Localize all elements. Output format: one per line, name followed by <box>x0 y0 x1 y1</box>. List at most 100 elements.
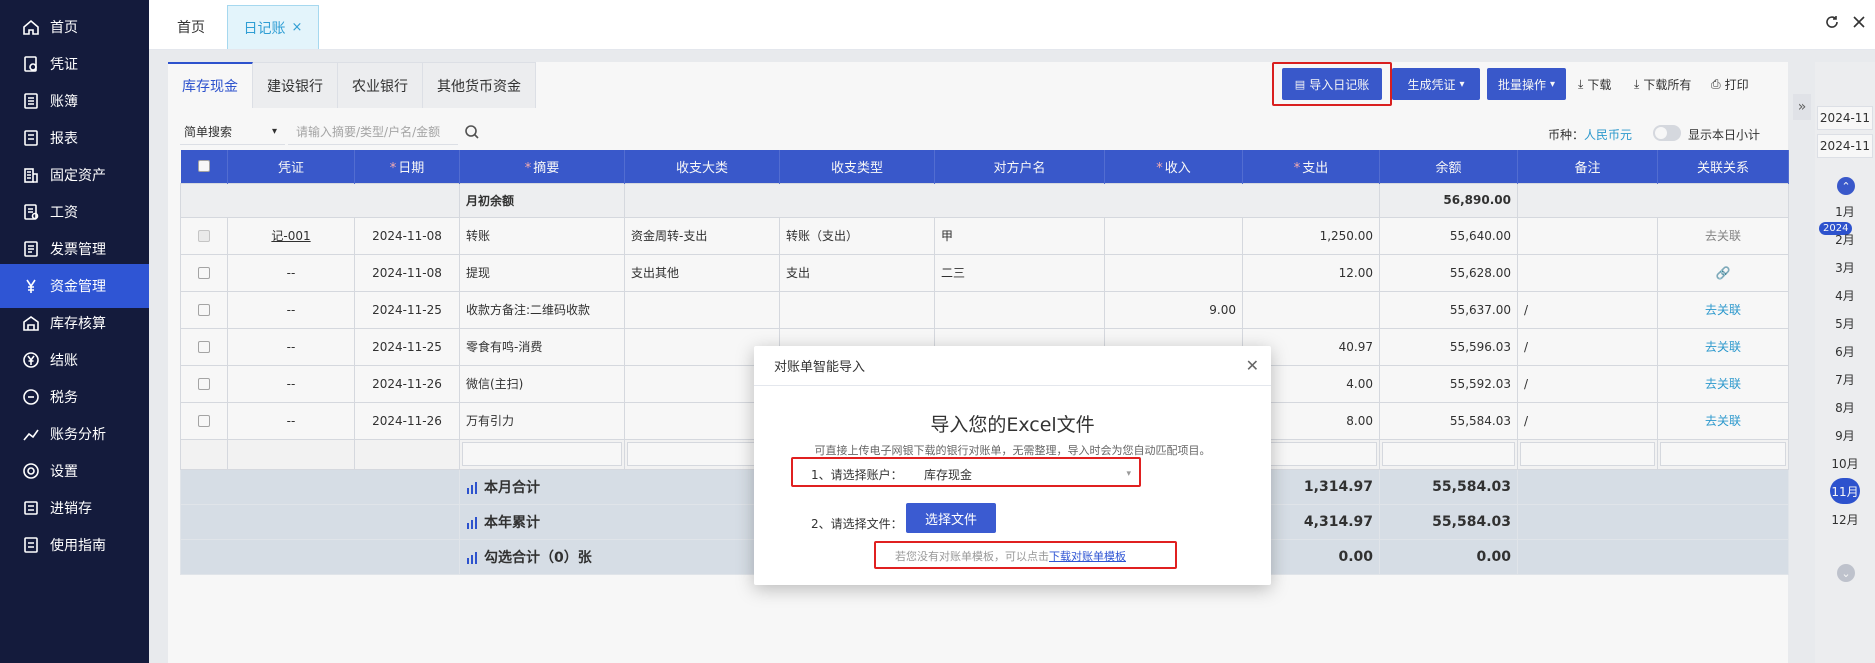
column-filter-input[interactable] <box>1520 442 1655 466</box>
tab-cash[interactable]: 库存现金 <box>168 62 253 108</box>
warehouse-icon <box>20 312 42 334</box>
account-select[interactable]: 库存现金 ▾ <box>920 465 1137 483</box>
column-filter-input[interactable] <box>462 442 622 466</box>
row-checkbox[interactable] <box>180 216 228 255</box>
yen-icon <box>20 275 42 297</box>
unlink-button[interactable]: 去关联 <box>1657 364 1789 403</box>
account-tabs: 库存现金 建设银行 农业银行 其他货币资金 <box>168 62 536 108</box>
tax-icon <box>20 386 42 408</box>
modal-description: 可直接上传电子网银下载的银行对账单，无需整理，导入时会为您自动匹配项目。 <box>814 444 1211 457</box>
row-checkbox[interactable] <box>180 290 228 329</box>
chevron-down-icon: ▾ <box>1549 78 1556 90</box>
header-category: 收支大类 <box>624 150 780 183</box>
batch-operation-button[interactable]: 批量操作 ▾ <box>1487 68 1566 100</box>
period-start[interactable]: 2024-11 <box>1817 106 1873 130</box>
voucher-link[interactable]: 记-001 <box>227 216 355 255</box>
row-checkbox[interactable] <box>180 401 228 440</box>
chevron-down-icon: ▾ <box>1126 469 1131 479</box>
bar-chart-icon <box>467 481 477 494</box>
sidebar-item-14[interactable]: 使用指南 <box>0 523 149 567</box>
choose-file-button[interactable]: 选择文件 <box>906 503 996 533</box>
header-expense: * 支出 <box>1242 150 1380 183</box>
search-input[interactable]: 请输入摘要/类型/户名/金额 <box>288 119 458 145</box>
tab-journal[interactable]: 日记账 × <box>227 5 319 49</box>
close-icon[interactable]: ✕ <box>1246 356 1259 375</box>
month-item[interactable]: 8月 <box>1815 393 1875 421</box>
guide-icon <box>20 534 42 556</box>
header-note: 备注 <box>1517 150 1658 183</box>
voucher-icon <box>20 53 42 75</box>
search-mode-select[interactable]: 简单搜索 ▾ <box>180 119 285 145</box>
column-filter-input[interactable] <box>1660 442 1786 466</box>
month-item[interactable]: 2月 <box>1815 225 1875 253</box>
header-type: 收支类型 <box>779 150 935 183</box>
tab-other-funds[interactable]: 其他货币资金 <box>423 62 536 108</box>
month-item[interactable]: 5月 <box>1815 309 1875 337</box>
import-modal: 对账单智能导入 ✕ 导入您的Excel文件 可直接上传电子网银下载的银行对账单，… <box>754 346 1271 585</box>
unlink-button[interactable]: 去关联 <box>1657 290 1789 329</box>
unlink-button[interactable]: 去关联 <box>1657 327 1789 366</box>
import-journal-button[interactable]: ▤ 导入日记账 <box>1282 68 1382 100</box>
gear-icon <box>20 460 42 482</box>
template-note: 若您没有对账单模板，可以点击下载对账单模板 <box>895 550 1126 563</box>
opening-label: 月初余额 <box>459 182 625 218</box>
close-page-icon[interactable] <box>1852 14 1866 33</box>
month-item[interactable]: 6月 <box>1815 337 1875 365</box>
link-icon[interactable]: 🔗 <box>1657 253 1789 292</box>
table-row[interactable]: -- 2024-11-25 收款方备注:二维码收款 9.00 55,637.00/去关联 <box>180 290 1789 329</box>
table-row[interactable]: -- 2024-11-08 提现 支出其他 支出 二三 12.00 55,628.00 🔗 <box>180 253 1789 292</box>
row-checkbox[interactable] <box>180 364 228 403</box>
month-item[interactable]: 11月 <box>1815 477 1875 505</box>
generate-voucher-button[interactable]: 生成凭证 ▾ <box>1392 68 1480 100</box>
close-tab-icon[interactable]: × <box>292 20 303 35</box>
month-item[interactable]: 4月 <box>1815 281 1875 309</box>
period-end[interactable]: 2024-11 <box>1817 134 1873 158</box>
ledger-icon <box>20 90 42 112</box>
month-item[interactable]: 12月 <box>1815 505 1875 533</box>
download-button[interactable]: ⤓ 下载 <box>1578 76 1611 93</box>
header-relation: 关联关系 <box>1657 150 1789 183</box>
chevron-up-icon[interactable]: ⌃ <box>1837 177 1855 195</box>
month-list: 1月 2月 3月 4月 5月 6月 7月 8月 9月 10月 11月 12月 <box>1815 197 1875 533</box>
select-all-checkbox[interactable] <box>180 150 228 183</box>
currency-display: 币种：人民币元 <box>1548 128 1633 142</box>
modal-title: 导入您的Excel文件 <box>930 414 1095 436</box>
bar-chart-icon <box>467 516 477 529</box>
chevron-down-icon[interactable]: ⌄ <box>1837 564 1855 582</box>
import-icon: ▤ <box>1294 77 1306 91</box>
row-checkbox[interactable] <box>180 327 228 366</box>
daily-subtotal-label: 显示本日小计 <box>1688 128 1761 142</box>
refresh-icon[interactable] <box>1824 14 1840 34</box>
header-date: * 日期 <box>354 150 460 183</box>
print-button[interactable]: ⎙ 打印 <box>1711 76 1749 93</box>
month-item[interactable]: 1月 <box>1815 197 1875 225</box>
row-checkbox[interactable] <box>180 253 228 292</box>
download-all-button[interactable]: ⤓ 下载所有 <box>1634 76 1691 93</box>
top-tab-bar: 首页 日记账 × <box>149 0 1875 50</box>
unlink-button[interactable]: 去关联 <box>1657 401 1789 440</box>
unlink-button[interactable]: 去关联 <box>1657 216 1789 255</box>
inventory-icon <box>20 497 42 519</box>
table-header-row: 凭证 * 日期 * 摘要 收支大类 收支类型 对方户名 * 收入 * 支出 余额 备注 … <box>180 150 1789 183</box>
chevron-down-icon: ▾ <box>1459 78 1465 90</box>
month-item[interactable]: 9月 <box>1815 421 1875 449</box>
month-item[interactable]: 10月 <box>1815 449 1875 477</box>
header-balance: 余额 <box>1379 150 1518 183</box>
month-item[interactable]: 3月 <box>1815 253 1875 281</box>
chevron-down-icon: ▾ <box>271 126 277 137</box>
month-item[interactable]: 7月 <box>1815 365 1875 393</box>
daily-subtotal-toggle[interactable] <box>1653 125 1681 141</box>
opening-balance-row: 月初余额 56,890.00 <box>180 182 1789 218</box>
header-income: * 收入 <box>1104 150 1243 183</box>
tab-ccb[interactable]: 建设银行 <box>253 62 338 108</box>
bar-chart-icon <box>467 551 477 564</box>
download-template-link[interactable]: 下载对账单模板 <box>1049 550 1126 563</box>
tab-abc[interactable]: 农业银行 <box>338 62 423 108</box>
search-icon[interactable] <box>464 124 480 140</box>
search-row: 简单搜索 ▾ 请输入摘要/类型/户名/金额 币种：人民币元 显示本日小计 <box>168 116 1788 148</box>
table-row[interactable]: 记-001 2024-11-08 转账 资金周转-支出 转账（支出）甲 1,250.00 5… <box>180 216 1789 255</box>
opening-balance: 56,890.00 <box>1379 182 1518 218</box>
column-filter-input[interactable] <box>1382 442 1515 466</box>
tab-home[interactable]: 首页 <box>161 5 221 49</box>
double-chevron-right-icon[interactable]: » <box>1793 94 1811 120</box>
